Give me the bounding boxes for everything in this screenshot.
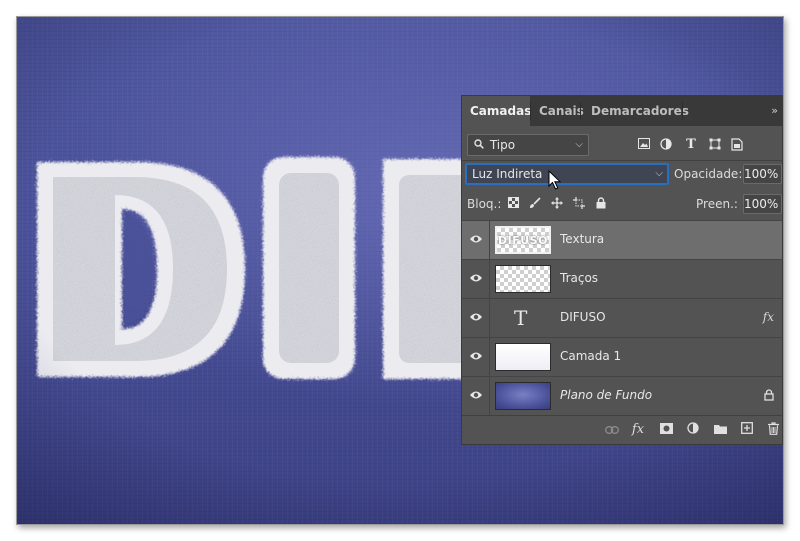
shape-filter-icon[interactable] [708, 138, 722, 152]
tab-demarcadores[interactable]: Demarcadores [583, 96, 689, 126]
divider [462, 160, 782, 161]
visibility-eye-icon[interactable] [462, 377, 490, 415]
text-filter-icon[interactable]: T [684, 138, 698, 152]
text-layer-icon: T [514, 306, 528, 330]
mouse-pointer-icon [548, 170, 562, 190]
lock-all-icon[interactable] [594, 197, 608, 211]
layer-row-difuso[interactable]: T DIFUSO fx [462, 298, 782, 337]
fill-label: Preen.: [696, 197, 738, 211]
panel-tabbar: Camadas Canais Demarcadores » [462, 96, 782, 126]
chevron-down-icon: ⌵ [575, 139, 583, 150]
chevron-down-icon: ⌵ [655, 168, 663, 179]
move-icon[interactable] [550, 197, 564, 211]
brush-icon[interactable] [528, 197, 542, 211]
layer-name: Textura [560, 232, 605, 246]
add-mask-icon[interactable] [658, 422, 674, 438]
visibility-eye-icon[interactable] [462, 260, 490, 298]
image-filter-icon[interactable] [637, 138, 651, 152]
new-layer-icon[interactable] [739, 422, 755, 438]
thumbnail-text: DIFUSO [498, 234, 548, 247]
opacity-field[interactable]: 100% [743, 164, 782, 184]
lock-transparency-icon[interactable] [506, 197, 520, 211]
visibility-eye-icon[interactable] [462, 338, 490, 376]
tab-divider [580, 102, 581, 120]
layer-row-textura[interactable]: DIFUSO Textura [462, 220, 782, 259]
blend-mode-dropdown[interactable]: Luz Indireta ⌵ [465, 163, 669, 185]
collapse-panel-icon[interactable]: » [771, 104, 778, 117]
fx-icon[interactable]: fx [763, 310, 774, 324]
filter-type-label: Tipo [489, 138, 516, 152]
layers-panel: Camadas Canais Demarcadores » Tipo ⌵ T L… [461, 95, 783, 445]
new-adjustment-layer-icon[interactable] [685, 422, 701, 438]
tab-canais[interactable]: Canais [531, 96, 584, 126]
layer-name: Plano de Fundo [560, 388, 653, 402]
layer-thumbnail [495, 343, 551, 371]
link-layers-icon[interactable] [604, 422, 620, 438]
artboard-lock-icon[interactable] [572, 197, 586, 211]
layer-name: Camada 1 [560, 349, 622, 363]
visibility-eye-icon[interactable] [462, 221, 490, 259]
layer-thumbnail [495, 265, 551, 293]
layer-name: DIFUSO [560, 310, 606, 324]
layer-row-tracos[interactable]: Traços [462, 259, 782, 298]
smart-object-filter-icon[interactable] [730, 138, 744, 152]
layer-row-camada-1[interactable]: Camada 1 [462, 337, 782, 376]
add-layer-style-icon[interactable]: fx [630, 422, 646, 438]
adjustment-filter-icon[interactable] [659, 138, 673, 152]
search-icon [474, 135, 486, 155]
lock-label: Bloq.: [467, 197, 502, 211]
opacity-label: Opacidade: [674, 167, 743, 181]
new-group-folder-icon[interactable] [712, 422, 728, 438]
layer-thumbnail: DIFUSO [495, 226, 551, 254]
layer-row-plano-de-fundo[interactable]: Plano de Fundo [462, 376, 782, 415]
panel-footer: fx [462, 416, 782, 444]
visibility-eye-icon[interactable] [462, 299, 490, 337]
lock-icon [764, 389, 774, 404]
layer-filter-dropdown[interactable]: Tipo ⌵ [467, 134, 589, 156]
delete-layer-trash-icon[interactable] [765, 422, 781, 438]
tab-divider [682, 102, 683, 120]
layer-name: Traços [560, 271, 599, 285]
layer-thumbnail [495, 382, 551, 410]
blend-mode-value: Luz Indireta [472, 167, 543, 181]
tab-camadas[interactable]: Camadas [462, 96, 531, 126]
fill-field[interactable]: 100% [743, 194, 782, 214]
